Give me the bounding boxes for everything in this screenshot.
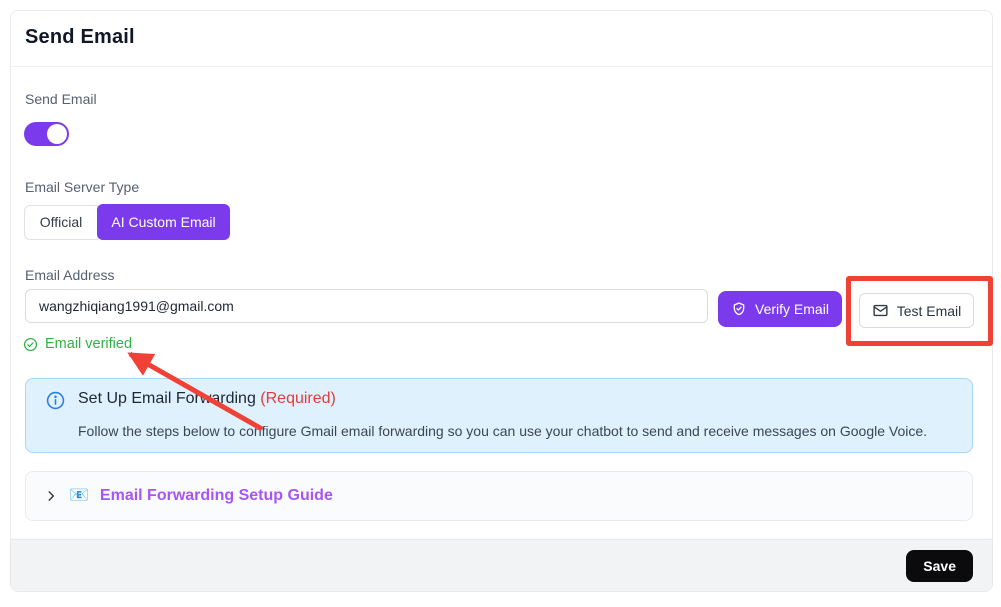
server-type-ai-custom-button[interactable]: AI Custom Email [97,204,230,240]
info-title-text: Set Up Email Forwarding [78,390,260,407]
send-email-panel: Send Email Send Email Email Server Type … [10,10,993,592]
send-email-toggle[interactable] [24,122,69,146]
page-title: Send Email [25,26,135,49]
shield-check-icon [731,301,747,317]
info-icon [46,391,65,410]
info-banner: Set Up Email Forwarding (Required) Follo… [25,378,973,453]
email-server-type-label: Email Server Type [25,179,139,195]
email-verified-status: Email verified [23,336,132,352]
email-forwarding-guide-toggle[interactable]: 📧 Email Forwarding Setup Guide [25,471,973,521]
email-address-input[interactable] [25,289,708,323]
test-email-label: Test Email [897,303,962,319]
guide-title: Email Forwarding Setup Guide [100,487,333,505]
save-button[interactable]: Save [906,550,973,582]
server-type-official-button[interactable]: Official [24,205,98,240]
send-email-settings-page: Send Email Send Email Email Server Type … [0,0,1001,607]
email-verified-text: Email verified [45,336,132,352]
send-email-label: Send Email [25,91,97,107]
info-required-text: (Required) [260,390,336,407]
verify-email-button[interactable]: Verify Email [718,291,842,327]
email-emoji-icon: 📧 [69,488,89,504]
test-email-button[interactable]: Test Email [859,293,974,328]
chevron-right-icon [44,489,58,503]
footer-bar: Save [11,539,992,591]
envelope-icon [872,302,889,319]
panel-header: Send Email [11,11,992,67]
email-address-label: Email Address [25,267,114,283]
verify-email-label: Verify Email [755,301,829,317]
check-circle-icon [23,337,38,352]
email-server-type-segment: Official AI Custom Email [24,204,230,240]
info-banner-description: Follow the steps below to configure Gmai… [78,423,927,439]
toggle-knob [47,124,67,144]
info-banner-title: Set Up Email Forwarding (Required) [78,390,336,408]
